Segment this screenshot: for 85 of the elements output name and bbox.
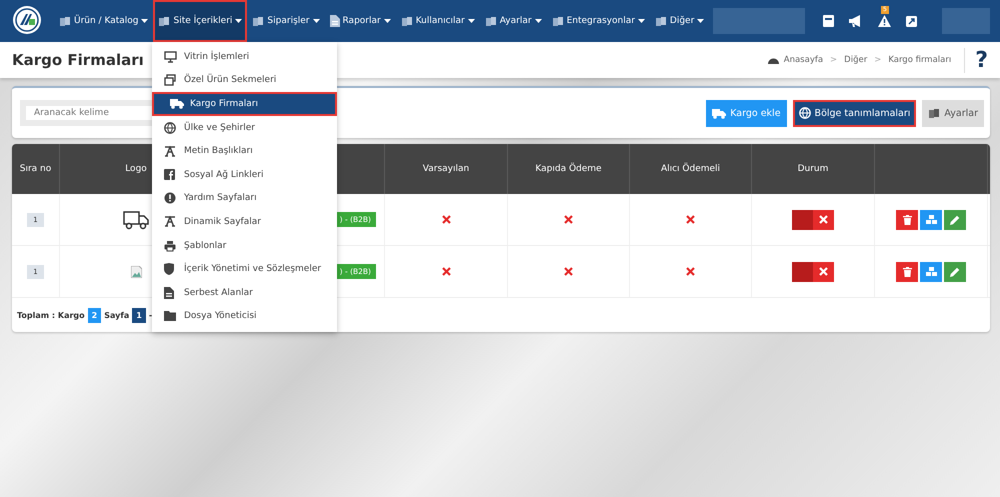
folder-icon bbox=[164, 311, 177, 322]
caret-icon bbox=[638, 19, 645, 23]
region-button[interactable]: Bölge tanımlamaları bbox=[792, 100, 916, 126]
windows-icon bbox=[164, 74, 176, 86]
total-label: Toplam : Kargo bbox=[17, 310, 85, 320]
info-icon bbox=[164, 192, 176, 204]
status-toggle[interactable] bbox=[792, 262, 834, 282]
breadcrumb-separator: > bbox=[830, 55, 838, 65]
pencil-icon bbox=[950, 266, 960, 276]
edit-button[interactable] bbox=[944, 262, 966, 282]
warning-icon[interactable] bbox=[878, 15, 891, 27]
caret-icon bbox=[697, 19, 704, 23]
dropdown-item[interactable]: İçerik Yönetimi ve Sözleşmeler bbox=[152, 257, 337, 281]
file-icon bbox=[330, 15, 340, 27]
delete-button[interactable] bbox=[896, 210, 918, 230]
nav-menu-item[interactable]: Diğer bbox=[650, 0, 710, 42]
book-icon[interactable] bbox=[823, 15, 834, 27]
globe-icon bbox=[164, 122, 176, 134]
breadcrumb-separator: > bbox=[874, 55, 882, 65]
dropdown-item[interactable]: Şablonlar bbox=[152, 234, 337, 258]
header-icon bbox=[164, 146, 176, 157]
caret-icon bbox=[235, 19, 242, 23]
broken-image-icon bbox=[130, 266, 142, 278]
breadcrumb-link[interactable]: Anasayfa bbox=[784, 55, 824, 65]
cross-icon bbox=[819, 267, 828, 276]
edit-button[interactable] bbox=[944, 210, 966, 230]
nav-menu-item[interactable]: Siparişler bbox=[247, 0, 324, 42]
delete-button[interactable] bbox=[896, 262, 918, 282]
dropdown-item[interactable]: Vitrin İşlemleri bbox=[152, 45, 337, 69]
page-label: Sayfa bbox=[104, 310, 130, 320]
truck-logo-icon bbox=[123, 210, 149, 230]
caret-icon bbox=[384, 19, 391, 23]
status-toggle[interactable] bbox=[792, 210, 834, 230]
page-button[interactable]: 1 bbox=[132, 308, 146, 322]
page-title: Kargo Firmaları bbox=[12, 51, 144, 69]
nav-menu-item[interactable]: Entegrasyonlar bbox=[546, 0, 650, 42]
pencil-icon bbox=[950, 214, 960, 224]
caret-icon bbox=[468, 19, 475, 23]
printer-icon bbox=[164, 240, 176, 252]
truck-icon bbox=[712, 108, 726, 118]
blurred-block bbox=[942, 8, 990, 34]
column-header: Alıcı Ödemeli bbox=[660, 164, 720, 174]
total-count: 2 bbox=[88, 308, 102, 322]
logo-icon[interactable] bbox=[12, 5, 44, 37]
breadcrumb-link[interactable]: Diğer bbox=[844, 55, 868, 65]
nav-menu-item[interactable]: Ürün / Katalog bbox=[54, 0, 154, 42]
shield-icon bbox=[164, 263, 174, 276]
page-separator: - bbox=[148, 310, 152, 320]
dropdown-item[interactable]: Dinamik Sayfalar bbox=[152, 210, 337, 234]
column-header: Varsayılan bbox=[422, 164, 470, 174]
nav-menu-item[interactable]: Kullanıcılar bbox=[396, 0, 480, 42]
settings-button[interactable]: Ayarlar bbox=[922, 100, 984, 126]
trash-icon bbox=[902, 214, 912, 224]
dropdown-item[interactable]: Serbest Alanlar bbox=[152, 280, 337, 305]
dropdown-item[interactable]: Özel Ürün Sekmeleri bbox=[152, 68, 337, 92]
caret-icon bbox=[534, 19, 542, 23]
nav-menu-item[interactable]: Raporlar bbox=[324, 0, 396, 42]
column-header: Logo bbox=[125, 164, 147, 174]
dropdown-item[interactable]: Kargo Firmaları bbox=[152, 92, 337, 116]
breadcrumb-link[interactable]: Kargo firmaları bbox=[888, 55, 952, 65]
column-header: Sıra no bbox=[20, 164, 52, 174]
globe-icon bbox=[798, 107, 811, 119]
facebook-icon bbox=[164, 169, 175, 180]
column-header: Kapıda Ödeme bbox=[535, 164, 602, 174]
megaphone-icon[interactable] bbox=[849, 15, 863, 27]
caret-icon bbox=[312, 19, 320, 23]
dropdown-item[interactable]: Yardım Sayfaları bbox=[152, 186, 337, 210]
caret-icon bbox=[141, 19, 148, 23]
region-button[interactable] bbox=[920, 262, 942, 282]
file-icon bbox=[164, 286, 174, 299]
header-icon bbox=[164, 216, 176, 228]
column-header: Durum bbox=[798, 164, 828, 174]
trash-icon bbox=[902, 266, 912, 276]
nav-menu-item[interactable]: Site İçerikleri bbox=[153, 0, 248, 42]
truck-icon bbox=[170, 98, 184, 110]
monitor-icon bbox=[164, 50, 177, 63]
nav-menu-item[interactable]: Ayarlar bbox=[480, 0, 547, 42]
cubes-icon bbox=[926, 267, 936, 276]
external-link-icon[interactable] bbox=[906, 16, 917, 26]
dropdown-item[interactable]: Dosya Yöneticisi bbox=[152, 304, 337, 328]
region-button[interactable] bbox=[920, 210, 942, 230]
dropdown-item[interactable]: Sosyal Ağ Linkleri bbox=[152, 162, 337, 187]
cubes-icon bbox=[926, 215, 936, 224]
dropdown-item[interactable]: Metin Başlıkları bbox=[152, 139, 337, 163]
cross-icon bbox=[819, 215, 828, 224]
